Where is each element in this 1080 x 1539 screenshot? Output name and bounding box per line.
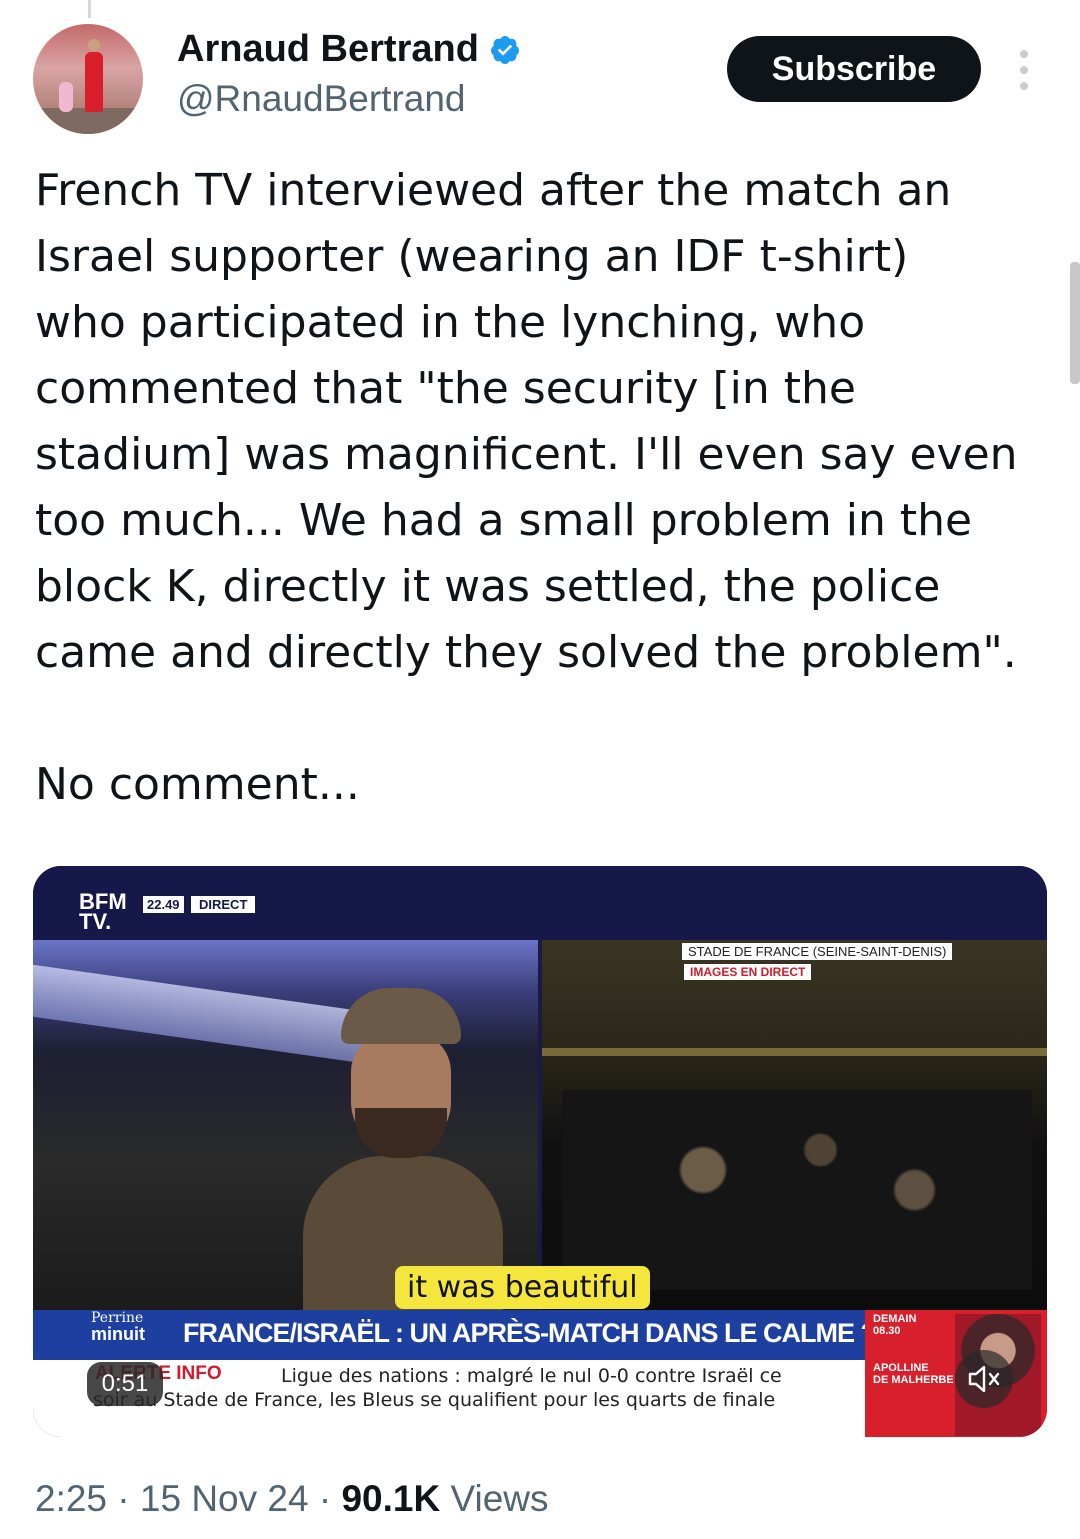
avatar[interactable] <box>33 24 143 134</box>
more-dot <box>1020 66 1028 74</box>
interviewee-beard <box>355 1108 447 1158</box>
location-label: STADE DE FRANCE (SEINE-SAINT-DENIS) <box>682 943 953 960</box>
views-label: Views <box>450 1478 549 1519</box>
program-logo: Perrine minuit <box>91 1310 145 1344</box>
scrollbar[interactable] <box>1070 262 1080 384</box>
tweet-date[interactable]: 15 Nov 24 <box>140 1478 309 1519</box>
stadium-rail <box>542 1048 1047 1056</box>
author-name-row[interactable]: Arnaud Bertrand <box>177 28 521 71</box>
avatar-photo-child <box>59 82 73 112</box>
channel-logo: BFM TV. <box>79 889 127 934</box>
avatar-photo-adult <box>85 39 103 112</box>
headline-text: FRANCE/ISRAËL : UN APRÈS-MATCH DANS LE C… <box>183 1318 877 1348</box>
ticker-text: Ligue des nations : malgré le nul 0-0 co… <box>93 1364 863 1412</box>
tweet-time[interactable]: 2:25 <box>35 1478 107 1519</box>
next-show-when: DEMAIN 08.30 <box>873 1313 916 1337</box>
meta-separator: · <box>318 1478 342 1519</box>
video-duration: 0:51 <box>87 1362 163 1406</box>
author-name[interactable]: Arnaud Bertrand <box>177 28 479 71</box>
subscribe-button[interactable]: Subscribe <box>727 36 981 102</box>
speaker-muted-icon <box>968 1365 1000 1393</box>
live-badge: DIRECT <box>191 896 256 913</box>
next-label: DEMAIN <box>873 1313 917 1325</box>
stadium-live-feed <box>542 940 1047 1310</box>
tweet-meta: 2:25 · 15 Nov 24 · 90.1K Views <box>35 1478 549 1520</box>
broadcast-top-bar <box>33 866 1047 940</box>
live-images-label: IMAGES EN DIRECT <box>684 964 812 980</box>
subtitle-caption: it was beautiful <box>395 1266 650 1309</box>
tweet-paragraph: No comment... <box>35 759 360 810</box>
program-name-2: minuit <box>91 1324 145 1344</box>
interviewee <box>293 988 513 1316</box>
next-show-name: APOLLINE DE MALHERBE <box>873 1362 954 1386</box>
thread-connector-line <box>88 0 91 18</box>
crowd <box>562 1090 1032 1290</box>
views-count[interactable]: 90.1K <box>341 1478 440 1519</box>
interviewee-cap <box>341 988 461 1044</box>
author-handle[interactable]: @RnaudBertrand <box>177 78 466 120</box>
more-options-icon[interactable] <box>1014 50 1034 90</box>
broadcast-time: 22.49 <box>143 896 184 913</box>
video-player[interactable]: BFM TV. 22.49 DIRECT STADE DE FRANCE (SE… <box>33 866 1047 1437</box>
more-dot <box>1020 82 1028 90</box>
more-dot <box>1020 50 1028 58</box>
tweet-paragraph: French TV interviewed after the match an… <box>35 165 1018 678</box>
next-time: 08.30 <box>873 1325 901 1337</box>
tweet-text: French TV interviewed after the match an… <box>35 158 1055 818</box>
ticker-line-1: Ligue des nations : malgré le nul 0-0 co… <box>281 1365 782 1387</box>
verified-badge-icon <box>490 35 519 64</box>
ticker-line-2: soir au Stade de France, les Bleus se qu… <box>93 1389 776 1411</box>
mute-button[interactable] <box>955 1350 1013 1408</box>
interview-feed <box>33 940 538 1316</box>
meta-separator: · <box>117 1478 140 1519</box>
